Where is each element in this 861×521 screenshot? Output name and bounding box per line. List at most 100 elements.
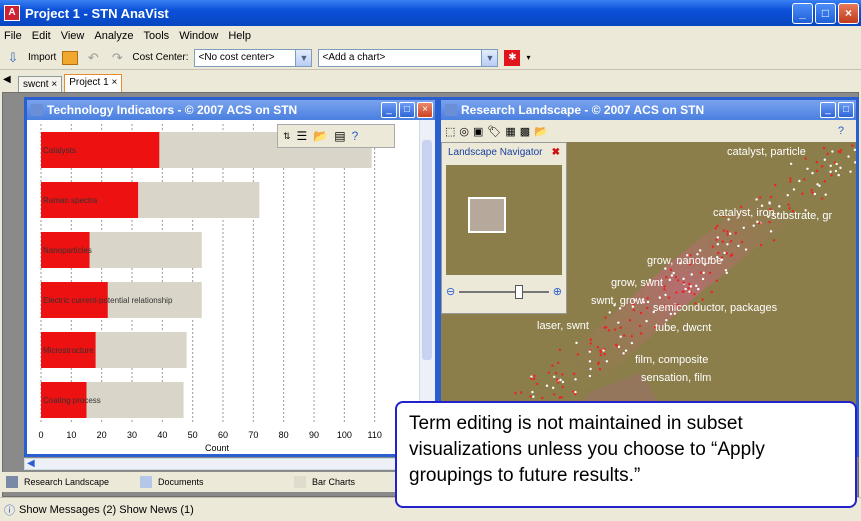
landscape-term[interactable]: tube, dwcnt [655,322,711,334]
tab-research-landscape[interactable]: Research Landscape [24,477,134,487]
landscape-term[interactable]: substrate, gr [771,210,832,222]
landscape-point [619,326,622,329]
app-icon: A [4,5,20,21]
landscape-point [599,354,602,357]
scroll-left-icon[interactable]: ◀ [27,458,35,469]
labels-icon[interactable]: 🏷 [487,125,501,138]
landscape-point [815,160,819,164]
minimize-button[interactable]: _ [820,102,836,118]
landscape-point [722,229,726,232]
landscape-point [684,287,687,291]
tech-window-title-bar: Technology Indicators - © 2007 ACS on ST… [27,100,435,120]
close-icon[interactable]: ✖ [552,147,560,158]
menu-help[interactable]: Help [228,30,251,42]
landscape-point [768,201,771,204]
open-folder-icon[interactable]: 📂 [534,125,548,138]
tab-documents[interactable]: Documents [158,477,288,487]
scroll-thumb[interactable] [422,140,432,360]
layout-icon[interactable]: ☰ [297,129,308,143]
landscape-toolbar: ⬚ ◎ ▣ 🏷 ▦ ▩ 📂 ? [441,120,856,142]
target-icon[interactable]: ◎ [459,125,469,138]
close-button[interactable]: × [838,3,859,24]
navigator-viewport[interactable] [468,197,506,233]
horizontal-scrollbar[interactable] [24,458,434,470]
landscape-term[interactable]: grow, swnt [611,277,663,289]
landscape-point [623,334,626,337]
maximize-button[interactable]: □ [399,102,415,118]
tab-bar-charts[interactable]: Bar Charts [312,477,355,487]
zoom-slider-thumb[interactable] [515,284,524,299]
landscape-point [798,179,801,183]
landscape-term[interactable]: sensation, film [641,372,711,384]
maximize-button[interactable]: □ [815,3,836,24]
tab-project-1[interactable]: Project 1 × [64,74,123,92]
x-tick-label: 20 [97,430,107,440]
bar-chart-area: 0 10 20 30 40 50 60 70 80 90 100 110 Count Catalysts R… [27,120,419,454]
landscape-point [619,335,622,338]
status-messages[interactable]: Show Messages (2) Show News (1) [19,504,194,516]
menu-window[interactable]: Window [179,30,218,42]
landscape-term[interactable]: semiconductor, packages [653,302,777,314]
landscape-point [588,350,592,353]
info-icon: ⓘ [4,504,15,517]
x-tick-label: 80 [279,430,289,440]
minimize-button[interactable]: _ [792,3,813,24]
close-button[interactable]: × [417,102,433,118]
close-icon[interactable]: × [111,77,117,88]
zoom-in-icon[interactable]: ⊕ [553,285,562,298]
landscape-point [778,205,781,208]
menu-view[interactable]: View [61,30,85,42]
minimize-button[interactable]: _ [381,102,397,118]
grid-icon[interactable]: ▦ [505,125,515,138]
landscape-term[interactable]: film, composite [635,354,708,366]
menu-analyze[interactable]: Analyze [94,30,133,42]
folder-icon[interactable] [62,50,79,65]
menu-tools[interactable]: Tools [144,30,170,42]
landscape-point [675,291,678,294]
menu-edit[interactable]: Edit [32,30,51,42]
chart-color-icon[interactable]: ✱ [504,49,521,66]
cost-center-select[interactable]: <No cost center> ▼ [194,48,313,67]
landscape-point [839,166,842,170]
navigator-minimap[interactable] [446,165,562,275]
zoom-out-icon[interactable]: ⊖ [446,285,455,298]
sort-icon[interactable]: ⇅ [283,131,291,142]
landscape-point [602,349,605,352]
landscape-term[interactable]: laser, swnt [537,320,589,332]
landscape-point [697,287,700,291]
chart-color-dropdown-icon[interactable]: ▾ [526,53,530,62]
landscape-point [710,290,713,294]
view-icon[interactable]: ▣ [473,125,483,138]
landscape-point [607,329,611,332]
import-button[interactable]: Import [28,52,56,63]
landscape-point [682,281,686,284]
maximize-button[interactable]: □ [838,102,854,118]
help-icon[interactable]: ? [838,125,844,137]
landscape-term[interactable]: grow, nanotube [647,255,722,267]
import-icon[interactable]: ⇩ [4,49,22,67]
tab-scroll-left-icon[interactable]: ◀ [3,74,11,85]
zoom-slider[interactable] [459,284,549,299]
landscape-term[interactable]: catalyst, iron [713,207,775,219]
landscape-point [755,198,758,201]
landscape-point [639,332,643,335]
landscape-point [598,367,602,371]
landscape-point [715,238,718,241]
color-icon[interactable]: ▩ [520,125,530,138]
close-icon[interactable]: × [51,79,57,90]
table-icon[interactable]: ▤ [334,129,345,143]
landscape-term[interactable]: catalyst, particle [727,146,806,158]
landscape-term[interactable]: swnt, grow [591,295,644,307]
select-tool-icon[interactable]: ⬚ [445,125,455,138]
open-folder-icon[interactable]: 📂 [313,129,328,143]
landscape-point [645,306,649,310]
undo-icon[interactable]: ↶ [84,49,102,67]
landscape-point [726,233,729,236]
help-icon[interactable]: ? [352,129,359,143]
tab-swcnt[interactable]: swcnt × [18,76,63,92]
landscape-point [756,220,759,224]
menu-file[interactable]: File [4,30,22,42]
add-chart-select[interactable]: <Add a chart> ▼ [318,48,499,67]
redo-icon[interactable]: ↷ [108,49,126,67]
landscape-point [574,378,577,381]
